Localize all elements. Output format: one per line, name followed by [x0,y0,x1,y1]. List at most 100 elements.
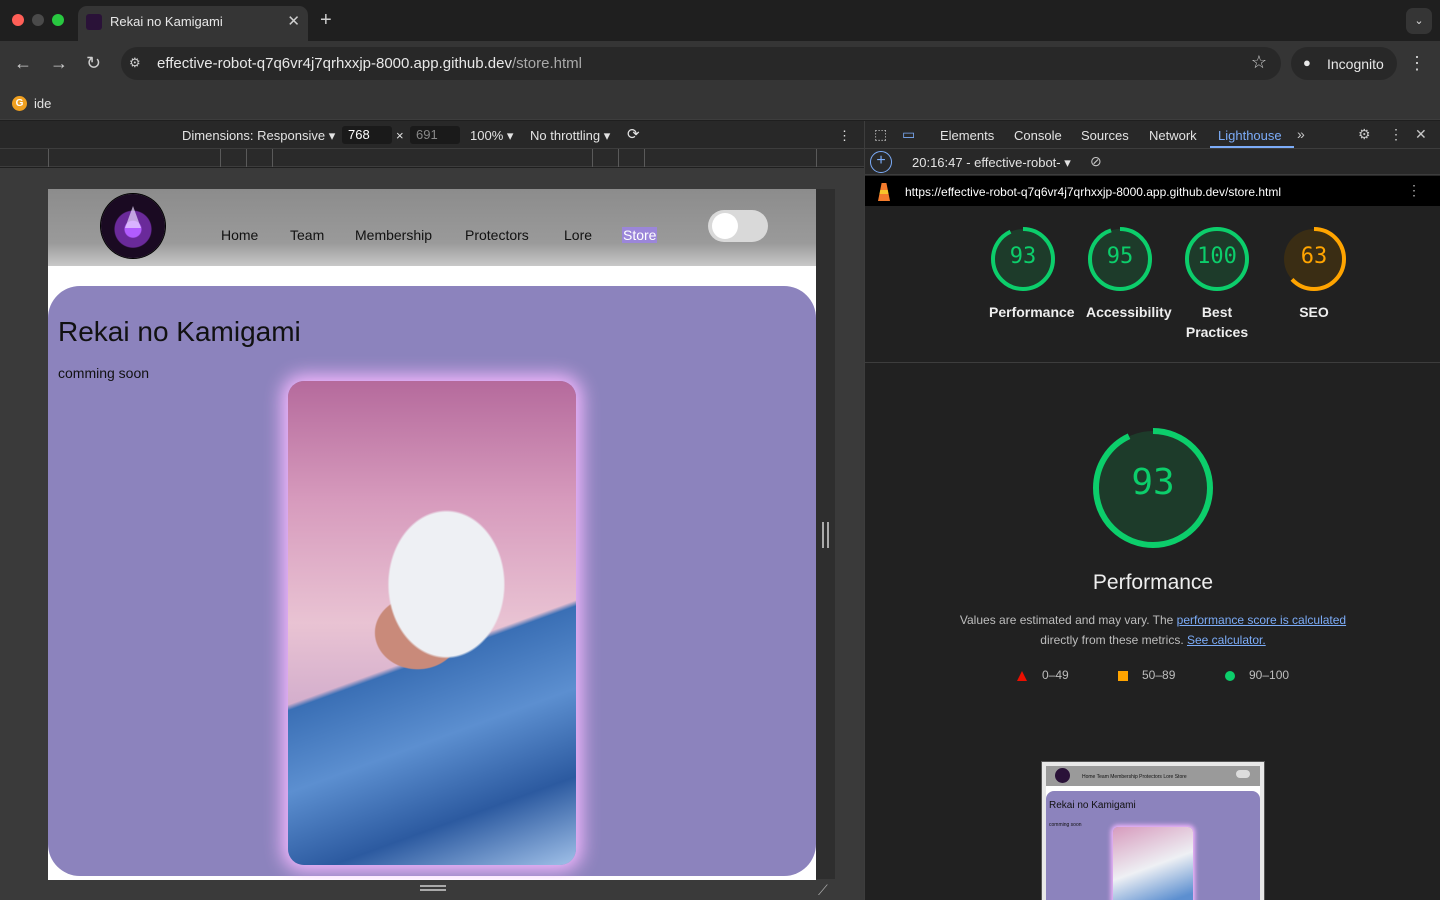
nav-home[interactable]: Home [221,227,258,243]
tab-title: Rekai no Kamigami [110,14,223,29]
score-gauge-performance[interactable]: 93 Performance [975,226,1075,322]
tab-elements[interactable]: Elements [940,128,994,143]
thumbnail-subtitle: comming soon [1049,822,1082,828]
clear-reports-icon[interactable]: ⊘ [1090,153,1102,170]
lighthouse-report: 93 Performance 95 Accessibility 100 Best Prac… [865,206,1440,900]
address-url[interactable]: effective-robot-q7q6vr4j7qrhxxjp-8000.ap… [157,55,582,72]
final-screenshot-thumbnail[interactable]: Home Team Membership Protectors Lore Sto… [1041,761,1265,900]
score-gauge-seo[interactable]: 63 SEO [1266,226,1362,322]
times-separator: × [396,128,404,143]
throttling-dropdown[interactable]: No throttling ▾ [530,128,610,144]
gauge-score: 95 [1106,244,1134,269]
gauge-label: Best Practices [1185,304,1249,340]
zoom-dropdown[interactable]: 100% ▾ [470,128,513,144]
thumbnail-artwork [1113,827,1193,900]
tab-network[interactable]: Network [1149,128,1197,143]
report-selector[interactable]: 20:16:47 - effective-robot- ▾ [912,155,1071,171]
score-gauge-best-practices[interactable]: 100 Best Practices [1169,226,1265,342]
height-input[interactable]: 691 [410,126,460,144]
devtools-tabbar: ⬚ ▭ Elements Console Sources Network Lig… [865,121,1440,149]
nav-store[interactable]: Store [622,227,658,243]
gauge-score: 93 [1009,244,1037,269]
thumbnail-toggle [1236,770,1250,778]
close-window-button[interactable] [12,14,24,26]
devtools-menu-icon[interactable]: ⋮ [1389,126,1403,143]
nav-lore[interactable]: Lore [564,227,592,243]
thumbnail-title: Rekai no Kamigami [1049,800,1136,811]
performance-big-score: 93 [1131,462,1175,503]
fail-triangle-icon [1017,671,1027,681]
rotate-icon[interactable]: ⟳ [627,125,640,143]
corner-resize-handle[interactable]: ⟋ [818,882,828,899]
emulated-page: Home Team Membership Protectors Lore Sto… [48,189,816,880]
character-artwork [288,381,576,865]
nav-protectors[interactable]: Protectors [465,227,529,243]
bottom-resize-handle[interactable] [420,885,446,891]
pass-circle-icon [1225,671,1235,681]
tab-sources[interactable]: Sources [1081,128,1129,143]
performance-heading: Performance [1092,571,1214,594]
back-arrow-icon[interactable]: ← [14,53,32,74]
page-title: Rekai no Kamigami [58,316,301,347]
gauge-label: Accessibility [1086,304,1172,320]
gauge-label: Performance [989,304,1075,320]
right-resize-handle[interactable] [822,522,829,548]
browser-menu-icon[interactable]: ⋮ [1408,53,1426,74]
site-logo[interactable] [101,194,165,258]
site-header: Home Team Membership Protectors Lore Sto… [48,189,816,266]
see-calculator-link[interactable]: See calculator. [1187,633,1266,647]
thumbnail-logo [1055,768,1070,783]
device-toggle-icon[interactable]: ▭ [902,126,915,143]
tab-strip: Rekai no Kamigami ✕ + ⌄ [0,0,1440,41]
close-devtools-icon[interactable]: ✕ [1415,126,1427,143]
bookmark-star-icon[interactable]: ☆ [1251,52,1267,73]
site-settings-icon[interactable]: ⚙ [129,55,147,71]
report-menu-icon[interactable]: ⋮ [1407,182,1421,199]
audited-url[interactable]: https://effective-robot-q7q6vr4j7qrhxxjp… [905,185,1281,199]
more-tabs-icon[interactable]: » [1297,126,1305,142]
forward-arrow-icon[interactable]: → [50,53,68,74]
browser-tab[interactable]: Rekai no Kamigami ✕ [78,6,308,41]
score-calculated-link[interactable]: performance score is calculated [1177,613,1346,627]
tab-console[interactable]: Console [1014,128,1062,143]
tab-lighthouse[interactable]: Lighthouse [1218,128,1282,143]
settings-gear-icon[interactable]: ⚙ [1358,126,1371,143]
dimensions-dropdown[interactable]: Dimensions: Responsive ▾ [182,128,335,144]
nav-team[interactable]: Team [290,227,324,243]
gauge-score: 63 [1300,244,1328,269]
media-query-ruler [0,149,864,167]
inspect-element-icon[interactable]: ⬚ [874,126,887,143]
legend-pass: 90–100 [1249,668,1290,682]
thumbnail-nav: Home Team Membership Protectors Lore Sto… [1082,774,1187,780]
incognito-badge[interactable]: ● Incognito [1291,47,1397,80]
lighthouse-logo-icon [878,183,890,201]
average-square-icon [1118,671,1128,681]
legend-average: 50–89 [1142,668,1176,682]
site-favicon-icon [86,14,102,30]
theme-toggle[interactable] [708,210,768,242]
minimize-window-button[interactable] [32,14,44,26]
devtools-panel: ⬚ ▭ Elements Console Sources Network Lig… [864,121,1440,900]
incognito-icon: ● [1303,55,1311,70]
lighthouse-toolbar: + 20:16:47 - effective-robot- ▾ ⊘ [865,149,1440,175]
nav-membership[interactable]: Membership [355,227,432,243]
device-toolbar-menu-icon[interactable]: ⋮ [838,128,851,144]
lighthouse-url-bar: https://effective-robot-q7q6vr4j7qrhxxjp… [865,176,1440,206]
browser-toolbar: ← → ↻ ⚙ effective-robot-q7q6vr4j7qrhxxjp… [0,41,1440,88]
bookmark-favicon-icon: G [12,96,27,111]
gauge-score: 100 [1197,244,1237,269]
score-gauge-accessibility[interactable]: 95 Accessibility [1072,226,1172,322]
page-subtitle: comming soon [58,365,150,381]
bookmark-ide[interactable]: ide [34,96,51,111]
maximize-window-button[interactable] [52,14,64,26]
new-tab-button[interactable]: + [320,9,332,32]
gauge-label: SEO [1299,304,1329,320]
tab-search-chevron-icon[interactable]: ⌄ [1406,8,1432,34]
performance-description: Values are estimated and may vary. The p… [959,613,1347,647]
address-bar[interactable]: ⚙ effective-robot-q7q6vr4j7qrhxxjp-8000.… [121,47,1281,80]
reload-icon[interactable]: ↻ [86,53,101,74]
new-report-plus-icon[interactable]: + [870,151,892,173]
bookmarks-bar: G ide [0,88,1440,120]
width-input[interactable]: 768 [342,126,392,144]
tab-close-icon[interactable]: ✕ [287,12,300,30]
